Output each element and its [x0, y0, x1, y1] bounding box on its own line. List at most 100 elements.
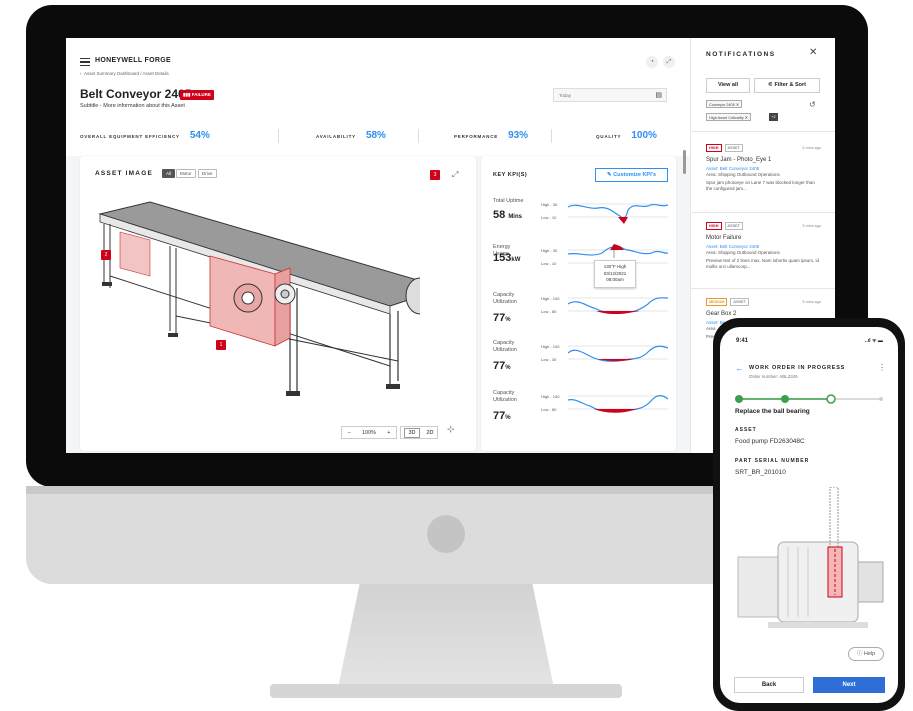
current-step-label: Replace the ball bearing: [735, 408, 810, 415]
kpi-row[interactable]: Capacity Utilization 77% High - 100 Low …: [493, 390, 669, 436]
content-scrollbar[interactable]: [683, 150, 686, 174]
filter-chip-motor[interactable]: Motor: [176, 169, 196, 178]
kpi-number: 77: [493, 410, 506, 422]
notification-area: Area: Shipping Outbound Operations: [706, 250, 780, 255]
serial-value: SRT_BR_201010: [735, 469, 786, 476]
customize-kpis-label: Customize KPI's: [613, 172, 656, 178]
kpi-label: QUALITY: [596, 134, 622, 139]
filter-chip-all[interactable]: All: [162, 169, 176, 178]
kpi-sparkline: [568, 395, 668, 413]
view-all-button[interactable]: View all: [706, 78, 750, 93]
kpi-row[interactable]: Capacity Utilization 77% High - 100 Low …: [493, 340, 669, 386]
notification-description: Preview text of 2 lines max. Nam loborti…: [706, 258, 820, 269]
alert-marker[interactable]: 3: [430, 170, 440, 180]
asset-image-card: ASSET IMAGE All Motor Drive 3 ⤢ 2 1 − 10…: [80, 156, 476, 451]
notifications-title: NOTIFICATIONS: [706, 51, 776, 58]
kpi-name: Capacity Utilization: [493, 292, 517, 305]
reset-icon[interactable]: ↺: [809, 100, 816, 109]
monitor-base: [270, 684, 622, 698]
zoom-level: 100%: [361, 429, 377, 436]
axes-icon[interactable]: ⊹: [447, 424, 455, 435]
kpi-high-threshold: High - 100: [541, 296, 560, 301]
kpi-unit: kW: [511, 257, 521, 263]
kpi-row[interactable]: Total Uptime 58 Mins High - 30 Low - 10: [493, 198, 669, 244]
notification-badges: MEDIUM ASSET 5 mins ago: [706, 298, 821, 306]
kpi-unit: %: [505, 415, 511, 421]
filter-sort-button[interactable]: ⚟ Filter & Sort: [754, 78, 820, 93]
more-tags-badge[interactable]: +2: [769, 113, 778, 121]
key-kpis-card: KEY KPI(S) ✎ Customize KPI's Total Uptim…: [481, 156, 676, 451]
notification-time: 5 mins ago: [802, 224, 821, 228]
conveyor-illustration[interactable]: [90, 196, 420, 416]
category-badge: ASSET: [724, 222, 743, 230]
kpi-sparkline: [568, 345, 668, 362]
next-button[interactable]: Next: [813, 677, 885, 693]
breadcrumb[interactable]: ‹ Asset Summary Dashboard / Asset Detail…: [80, 71, 169, 76]
breadcrumb-text[interactable]: Asset Summary Dashboard / Asset Details: [84, 71, 169, 76]
status-time: 9:41: [736, 338, 749, 344]
kpi-unit: %: [505, 365, 511, 371]
kpi-high-threshold: High - 100: [541, 394, 560, 399]
asset-label: ASSET: [735, 427, 757, 433]
menu-icon[interactable]: [80, 58, 90, 66]
notification-item[interactable]: HIGH ASSET 5 mins ago Motor Failure Asse…: [706, 222, 821, 270]
kpi-value: 93%: [508, 130, 529, 141]
app-header: HONEYWELL FORGE ‹ Asset Summary Dashboar…: [66, 38, 690, 156]
kpi-value: 77%: [493, 312, 511, 324]
kpi-value: 153kW: [493, 252, 520, 264]
notification-title: Motor Failure: [706, 235, 742, 241]
serial-label: PART SERIAL NUMBER: [735, 458, 810, 464]
back-button[interactable]: Back: [734, 677, 804, 693]
alert-marker[interactable]: 2: [101, 250, 111, 260]
filter-tag-label: Conveyor 2405: [709, 103, 735, 107]
close-icon[interactable]: ✕: [809, 47, 817, 58]
kpi-value: 100%: [631, 130, 657, 141]
kpi-low-threshold: Low - 10: [541, 215, 557, 220]
category-badge: ASSET: [730, 298, 749, 306]
kpi-value: 54%: [189, 130, 210, 141]
back-arrow-icon[interactable]: ←: [735, 363, 744, 373]
more-options-icon[interactable]: ⋮: [878, 363, 886, 372]
notification-asset-link[interactable]: Asset: Belt Conveyor 2405: [706, 244, 821, 249]
monitor-logo-dot: [427, 515, 465, 553]
chart-tooltip: 130°F High 03/12/2021 08:00am: [594, 260, 636, 288]
kpi-label: AVAILABILITY: [316, 134, 356, 139]
view-2d-button[interactable]: 2D: [426, 430, 433, 436]
notification-title: Spur Jam - Photo_Eye 1: [706, 157, 772, 163]
kpi-row[interactable]: Energy Usage 153kW High - 30 Low - 10: [493, 244, 669, 290]
notification-title: Gear Box 2: [706, 311, 737, 317]
kpi-number: 77: [493, 312, 506, 324]
date-picker[interactable]: Today ▤: [553, 88, 667, 102]
alert-marker[interactable]: 1: [216, 340, 226, 350]
kpi-unit: %: [505, 317, 511, 323]
step-progress: [735, 394, 883, 404]
work-order-heading: WORK ORDER IN PROGRESS: [749, 365, 846, 371]
fullscreen-icon[interactable]: ⤢: [452, 170, 458, 180]
kpi-high-threshold: High - 30: [541, 248, 558, 253]
expand-icon[interactable]: ⤢: [663, 56, 675, 68]
filter-tag[interactable]: High Asset Criticality ✕: [706, 113, 751, 121]
kpi-availability: AVAILABILITY 58%: [316, 130, 386, 141]
kpi-high-threshold: High - 30: [541, 202, 558, 207]
tooltip-value: 130°F High: [603, 264, 627, 269]
notification-badges: HIGH ASSET 5 mins ago: [706, 222, 821, 230]
calendar-icon: ▤: [655, 92, 662, 99]
help-button[interactable]: ⓘ Help: [848, 647, 884, 661]
notification-area: Area: Shipping Outbound Operations: [706, 172, 780, 177]
severity-badge: MEDIUM: [706, 298, 728, 306]
customize-kpis-button[interactable]: ✎ Customize KPI's: [595, 168, 668, 182]
zoom-out-button[interactable]: −: [348, 430, 351, 436]
zoom-in-button[interactable]: +: [387, 430, 390, 436]
filter-chip-drive[interactable]: Drive: [198, 169, 217, 178]
alert-bell-icon[interactable]: ◔: [646, 56, 658, 68]
notification-description: Spur jam photoeye on Lane 7 was blocked …: [706, 180, 815, 191]
zoom-control: − 100% +: [341, 426, 397, 439]
kpi-row[interactable]: Capacity Utilization 77% High - 100 Low …: [493, 292, 669, 338]
notification-asset-link[interactable]: Asset: Belt Conveyor 2405: [706, 166, 821, 171]
view-3d-button[interactable]: 3D: [404, 427, 420, 438]
filter-tag[interactable]: Conveyor 2405 ✕: [706, 100, 743, 108]
notification-item[interactable]: HIGH ASSET 5 mins ago Spur Jam - Photo_E…: [706, 144, 821, 192]
asset-value: Food pump FD263048C: [735, 438, 805, 445]
kpi-number: 77: [493, 360, 506, 372]
pump-illustration[interactable]: [728, 487, 893, 637]
